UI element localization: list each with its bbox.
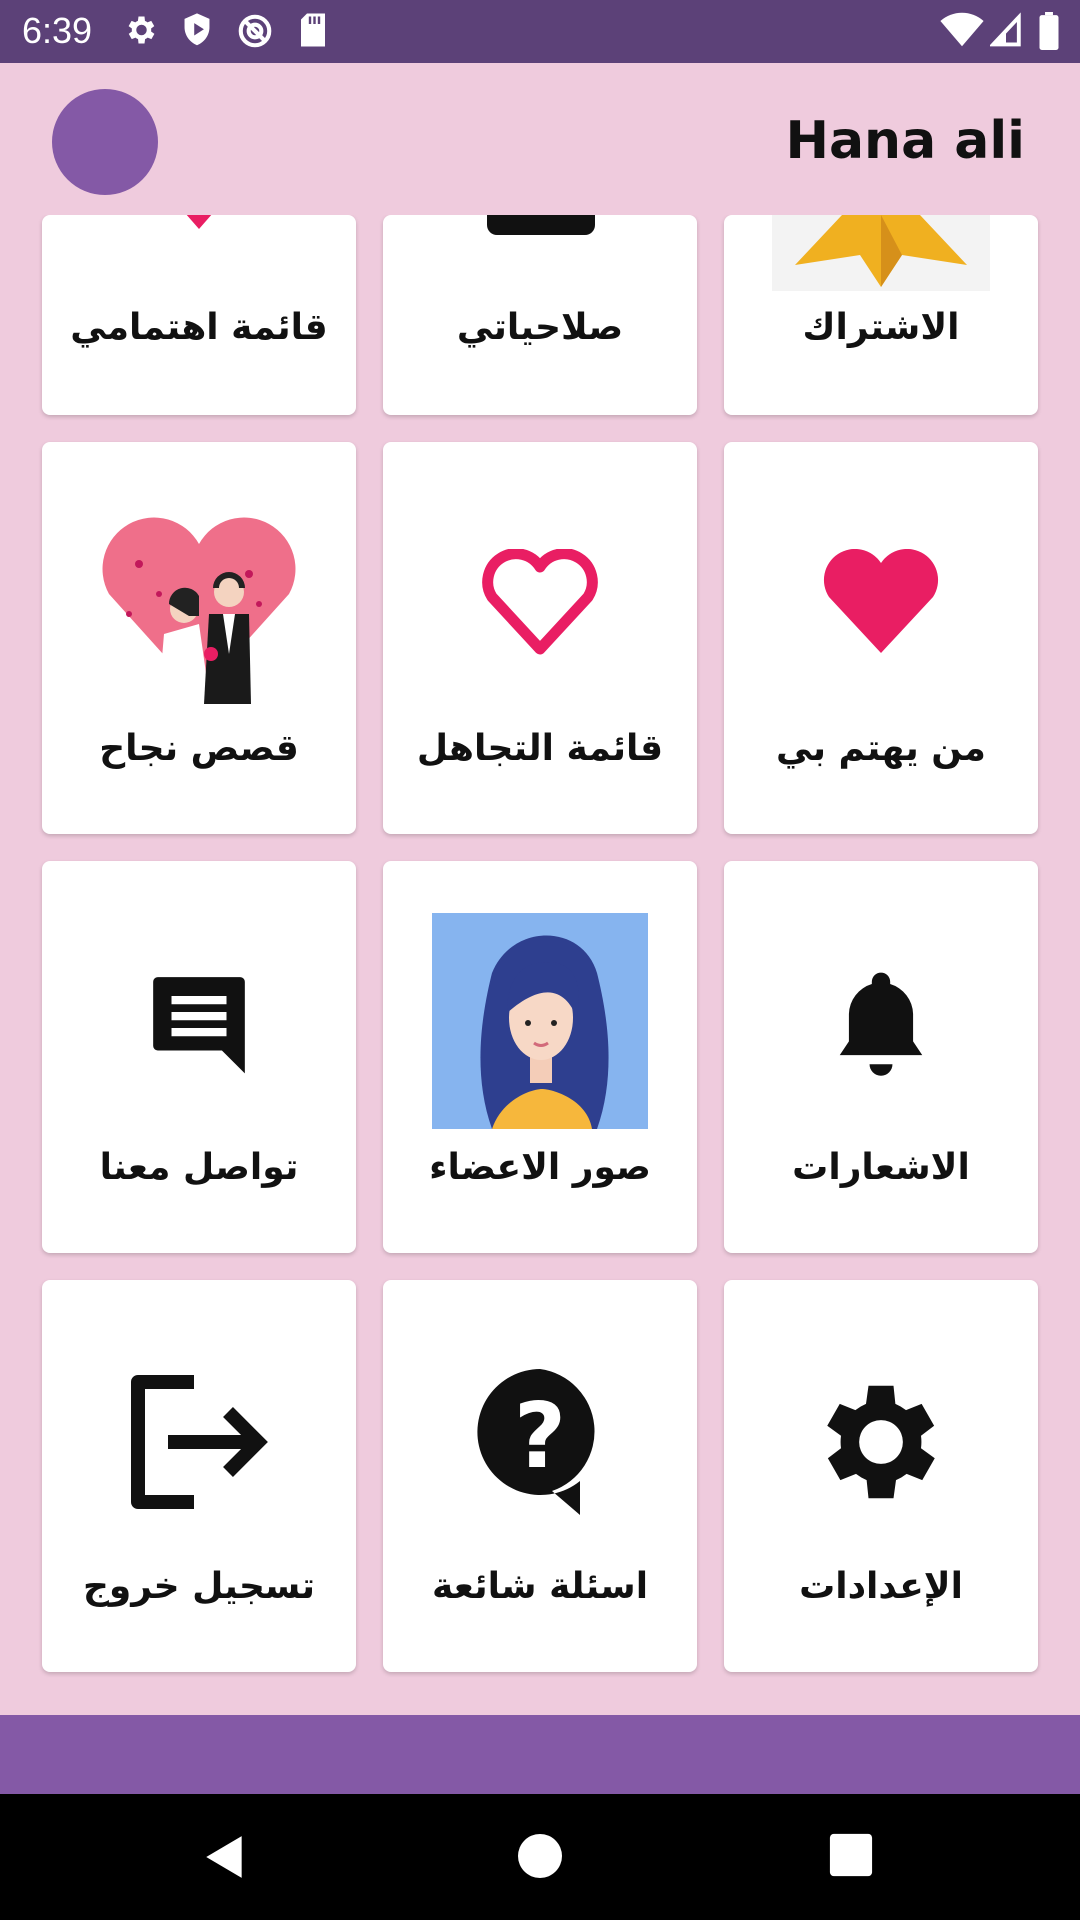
help-icon: ?: [430, 1332, 650, 1552]
avatar[interactable]: [52, 89, 158, 195]
menu-item-subscription[interactable]: الاشتراك: [724, 215, 1038, 415]
page-title: Hana ali: [785, 111, 1025, 171]
menu-item-label: صور الاعضاء: [429, 1147, 651, 1188]
svg-text:?: ?: [514, 1384, 566, 1489]
app-header: Hana ali: [0, 63, 1080, 215]
menu-item-logout[interactable]: تسجيل خروج: [42, 1280, 356, 1672]
menu-item-label: قصص نجاح: [99, 728, 299, 769]
home-icon[interactable]: [516, 1832, 564, 1880]
sd-card-status-icon: [301, 13, 325, 47]
status-time: 6:39: [22, 10, 93, 51]
menu-grid: قائمة اهتمامي صلاحياتي الاشتراك قصص نجاح…: [0, 215, 1080, 1715]
menu-item-permissions[interactable]: صلاحياتي: [383, 215, 697, 415]
briefcase-icon: [487, 215, 595, 235]
status-bar: 6:39: [0, 0, 1080, 63]
navigation-bar: [0, 1794, 1080, 1920]
battery-status-icon: [1039, 12, 1059, 50]
bottom-bar: [0, 1715, 1080, 1794]
recents-icon[interactable]: [828, 1832, 874, 1878]
menu-item-faq[interactable]: ? اسئلة شائعة: [383, 1280, 697, 1672]
bell-icon: [771, 913, 991, 1133]
logout-icon: [89, 1332, 309, 1552]
menu-item-notifications[interactable]: الاشعارات: [724, 861, 1038, 1253]
menu-item-settings[interactable]: الإعدادات: [724, 1280, 1038, 1672]
menu-item-interests[interactable]: قائمة اهتمامي: [42, 215, 356, 415]
shield-play-status-icon: [184, 13, 210, 46]
menu-item-label: قائمة اهتمامي: [70, 307, 328, 348]
chat-icon: [89, 913, 309, 1133]
gear-icon: [771, 1332, 991, 1552]
wifi-status-icon: [940, 12, 984, 47]
wedding-couple-icon: [89, 494, 309, 714]
menu-item-label: اسئلة شائعة: [431, 1566, 649, 1607]
menu-item-label: الاشتراك: [802, 307, 960, 348]
heart-icon: [186, 215, 212, 229]
back-icon[interactable]: [200, 1832, 250, 1882]
heart-outline-icon: [430, 494, 650, 714]
menu-item-label: الإعدادات: [799, 1566, 963, 1607]
heart-filled-icon: [771, 494, 991, 714]
star-icon: [772, 215, 990, 291]
settings-status-icon: [128, 16, 155, 44]
menu-item-ignore-list[interactable]: قائمة التجاهل: [383, 442, 697, 834]
menu-item-label: قائمة التجاهل: [416, 728, 664, 769]
menu-item-label: من يهتم بي: [776, 728, 986, 769]
menu-item-contact-us[interactable]: تواصل معنا: [42, 861, 356, 1253]
signal-status-icon: [990, 12, 1021, 47]
woman-avatar-icon: [432, 913, 648, 1129]
menu-item-member-photos[interactable]: صور الاعضاء: [383, 861, 697, 1253]
sync-status-icon: [238, 14, 272, 48]
menu-item-label: الاشعارات: [792, 1147, 970, 1188]
menu-item-label: تواصل معنا: [99, 1147, 299, 1188]
menu-item-label: تسجيل خروج: [82, 1566, 316, 1607]
menu-item-label: صلاحياتي: [456, 307, 624, 348]
menu-item-success-stories[interactable]: قصص نجاح: [42, 442, 356, 834]
menu-item-who-cares[interactable]: من يهتم بي: [724, 442, 1038, 834]
